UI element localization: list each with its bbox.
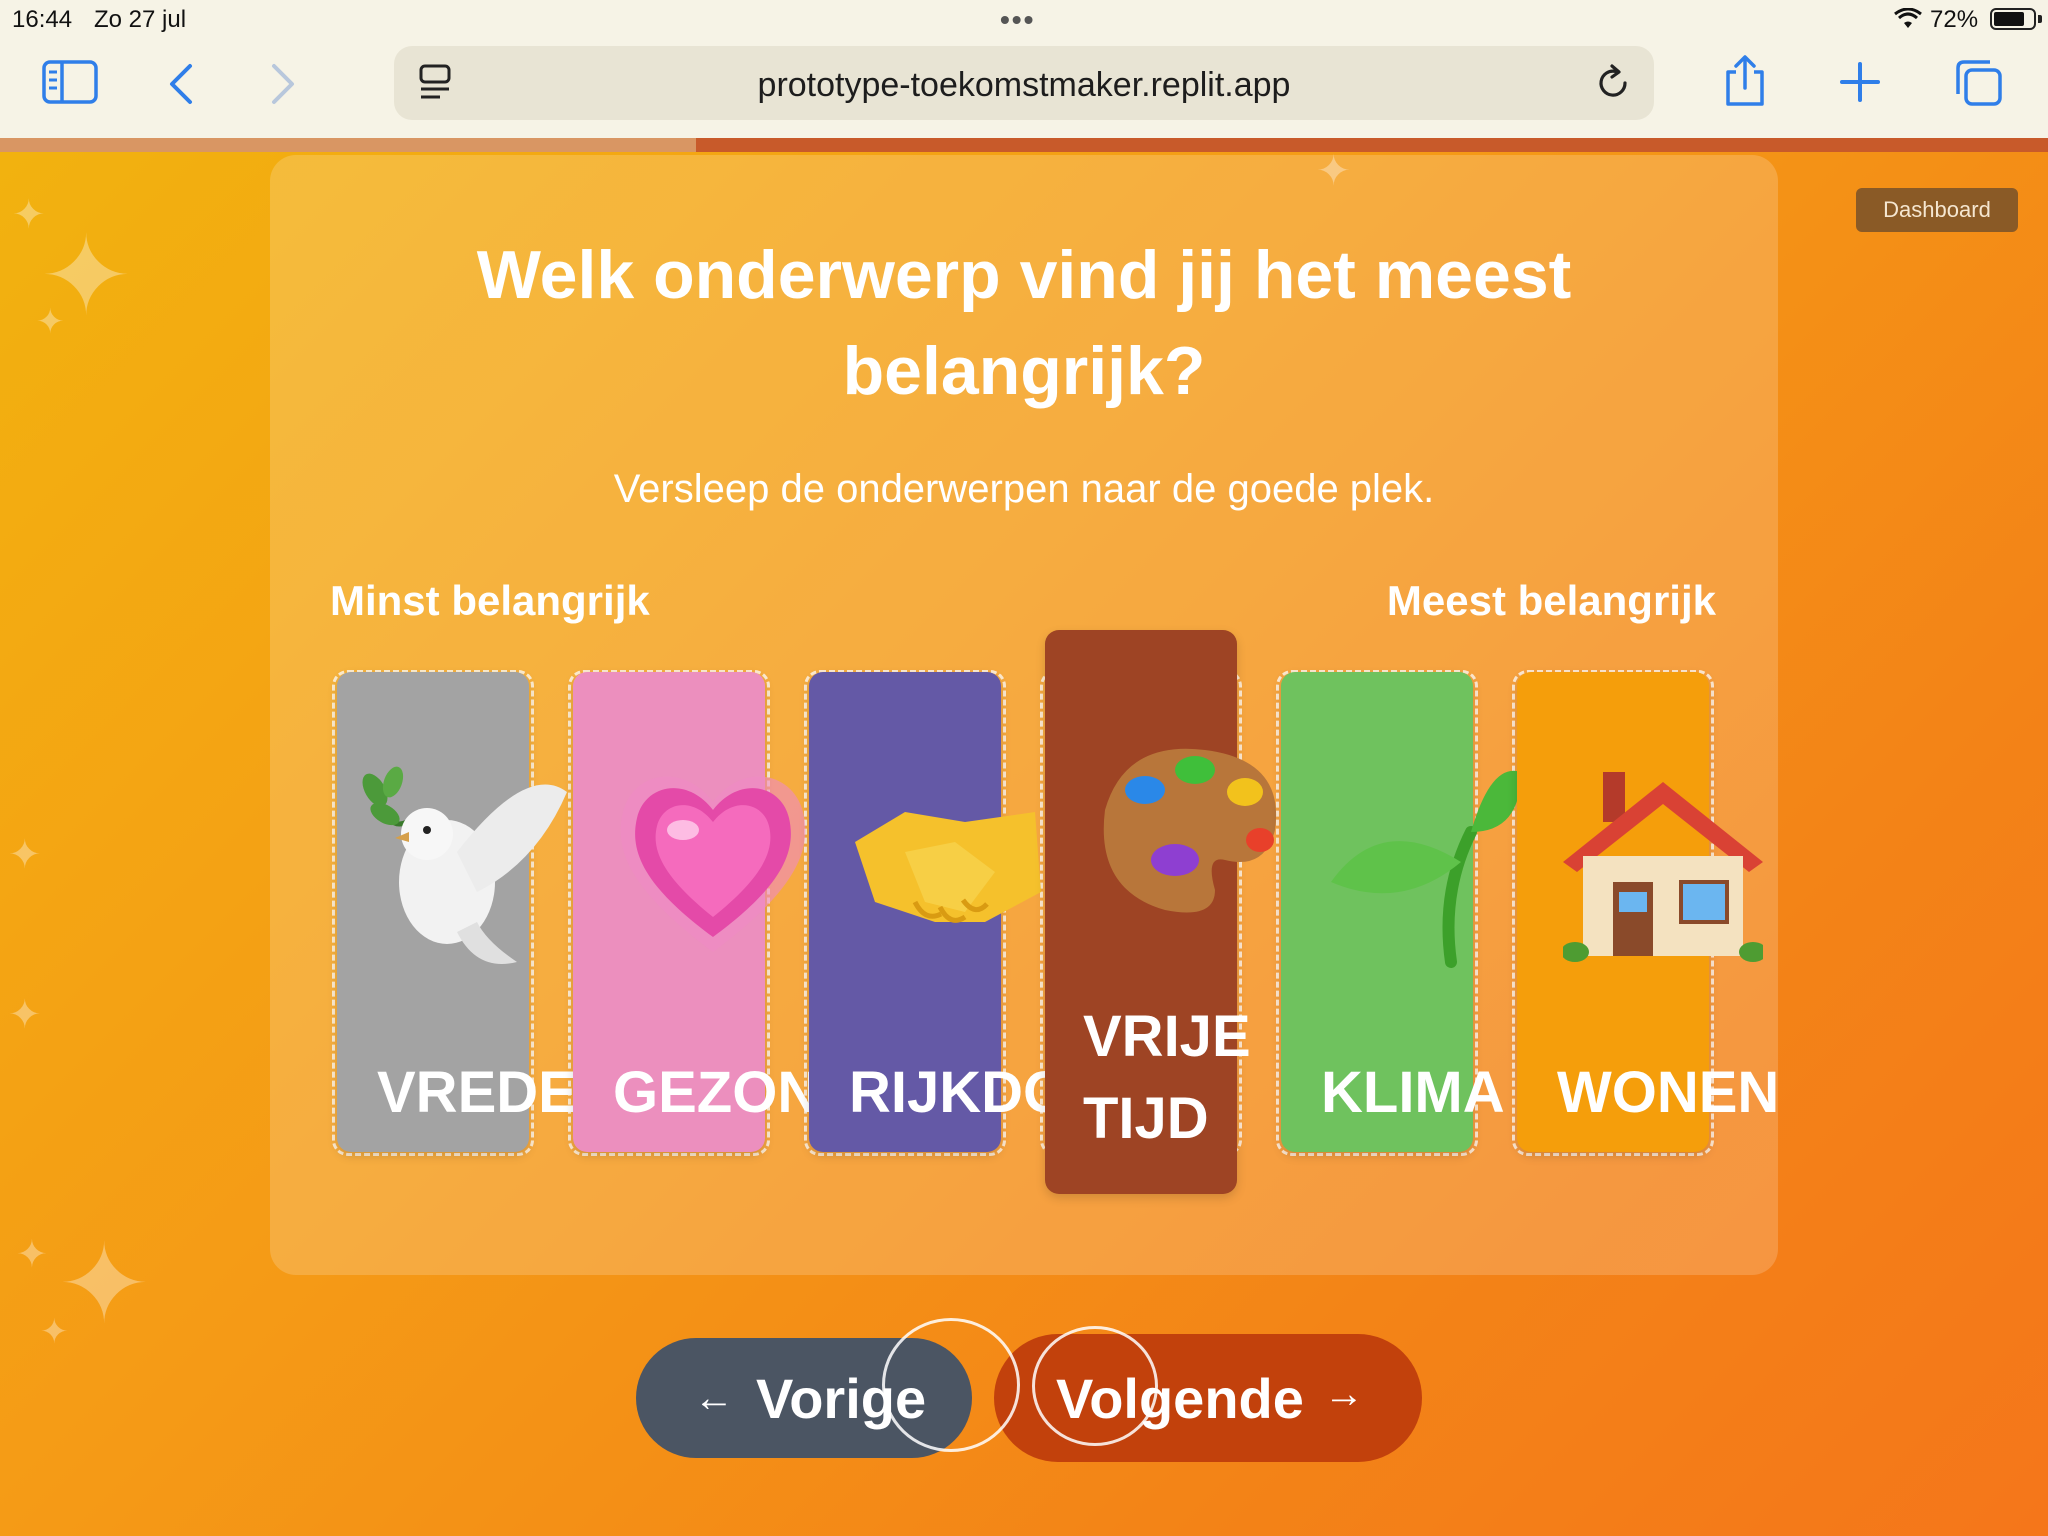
topic-card-vrije-tijd[interactable]: VRIJE TIJD: [1045, 630, 1277, 1194]
arrow-left-icon: ←: [694, 1376, 734, 1420]
seedling-icon: [1321, 752, 1521, 972]
arrow-right-icon: →: [1324, 1372, 1364, 1416]
question-title: Welk onderwerp vind jij het meest belang…: [476, 237, 1572, 409]
touch-indicator: [882, 1318, 1020, 1452]
sparkle-icon: ✦: [8, 993, 42, 1037]
topic-card-rijkdom[interactable]: RIJKDO: [809, 672, 1068, 1152]
sparkle-icon: ✦: [36, 303, 65, 341]
sparkle-icon: ✦: [8, 833, 42, 877]
sidebar-icon[interactable]: [42, 60, 98, 109]
battery-icon: [1990, 8, 2036, 30]
sparkle-icon: ✦: [16, 1234, 48, 1276]
progress-bar: [0, 138, 2048, 152]
share-icon[interactable]: [1722, 54, 1768, 113]
least-important-label: Minst belangrijk: [330, 577, 650, 624]
topic-card-gezondheid[interactable]: GEZON: [573, 672, 819, 1152]
topic-card-vrede[interactable]: VREDE: [337, 672, 577, 1152]
wifi-icon: [1894, 7, 1922, 37]
tabs-overview-icon[interactable]: [1954, 58, 2004, 113]
palette-icon: [1085, 730, 1285, 950]
status-time: 16:44: [12, 6, 73, 33]
topic-card-klimaat[interactable]: KLIMA: [1281, 672, 1521, 1152]
new-tab-icon[interactable]: [1840, 62, 1880, 107]
heart-icon: [613, 752, 813, 972]
touch-indicator: [1032, 1326, 1158, 1446]
topic-label-line1: VRIJE: [1083, 1004, 1251, 1069]
handshake-icon: [845, 752, 1045, 972]
dashboard-button[interactable]: Dashboard: [1856, 188, 2018, 232]
sparkle-icon: ✦: [58, 1223, 151, 1346]
dove-icon: [337, 752, 567, 972]
sparkle-icon: ✦: [40, 1313, 69, 1351]
battery-percentage: 72%: [1930, 6, 1979, 33]
back-icon[interactable]: [166, 62, 196, 111]
sparkle-icon: ✦: [12, 193, 46, 237]
status-bar: 16:44 Zo 27 jul ••• 72%: [0, 0, 2048, 38]
topic-label: WONEN: [1557, 1060, 1780, 1125]
most-important-label: Meest belangrijk: [1386, 577, 1716, 624]
topic-label: VREDE: [377, 1060, 577, 1125]
battery-nub: [2038, 15, 2042, 23]
url-text: prototype-toekomstmaker.replit.app: [757, 66, 1291, 104]
house-icon: [1561, 752, 1767, 972]
reload-icon[interactable]: [1594, 64, 1632, 107]
multitasking-dots-icon[interactable]: •••: [1000, 4, 1035, 36]
topic-card-wonen[interactable]: WONEN: [1517, 672, 1779, 1152]
topic-label: GEZON: [613, 1060, 820, 1125]
topic-label-line2: TIJD: [1083, 1086, 1209, 1151]
browser-toolbar: prototype-toekomstmaker.replit.app: [0, 38, 2048, 138]
forward-icon[interactable]: [268, 62, 298, 111]
progress-fill: [0, 138, 697, 152]
instructions-text: Versleep de onderwerpen naar de goede pl…: [613, 467, 1435, 511]
status-date: Zo 27 jul: [94, 6, 187, 33]
address-bar[interactable]: prototype-toekomstmaker.replit.app: [394, 46, 1654, 120]
topic-label: KLIMA: [1321, 1060, 1505, 1125]
topic-label: RIJKDO: [849, 1060, 1069, 1125]
